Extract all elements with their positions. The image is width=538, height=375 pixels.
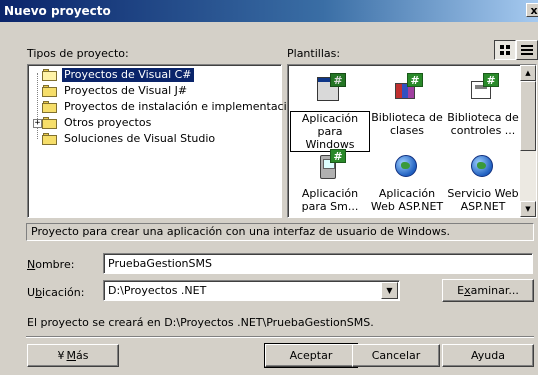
location-combobox[interactable]: D:\Proyectos .NET ▼ [103, 280, 400, 301]
templates-label: Plantillas: [287, 47, 341, 60]
templates-list[interactable]: # Aplicación para Windows # Biblioteca de… [287, 64, 537, 218]
expand-plus-icon[interactable]: + [33, 119, 42, 128]
double-chevron-down-icon: ¥ [57, 349, 65, 362]
tree-item-other-projects[interactable]: Otros proyectos [42, 115, 153, 130]
accept-button-label: Aceptar [289, 349, 333, 362]
template-asp-web-service[interactable]: Servicio Web ASP.NET [443, 149, 523, 213]
scroll-up-button[interactable]: ▲ [520, 65, 536, 81]
location-value: D:\Proyectos .NET [108, 284, 207, 297]
windows-app-icon: # [314, 73, 346, 105]
scroll-thumb[interactable] [520, 81, 536, 151]
close-button[interactable]: x [526, 3, 538, 17]
cancel-button[interactable]: Cancelar [352, 344, 440, 367]
large-icons-view-button[interactable] [494, 40, 516, 60]
template-control-library[interactable]: # Biblioteca de controles ... [443, 73, 523, 137]
template-label: Aplicación [301, 187, 359, 200]
arrow-down-icon: ▼ [525, 205, 531, 213]
template-label: Servicio Web [447, 187, 519, 200]
help-button[interactable]: Ayuda [442, 344, 534, 367]
template-label: Biblioteca de [447, 111, 519, 124]
template-label: controles ... [450, 124, 516, 137]
class-library-icon: # [391, 73, 423, 105]
folder-icon [42, 116, 58, 129]
template-label: ASP.NET [460, 200, 506, 213]
template-label: Web ASP.NET [370, 200, 444, 213]
template-smart-device-app[interactable]: # Aplicación para Sm... [290, 149, 370, 213]
help-button-label: Ayuda [471, 349, 505, 362]
cancel-button-label: Cancelar [371, 349, 421, 362]
title-bar[interactable]: Nuevo proyecto x [0, 0, 538, 22]
templates-scrollbar[interactable]: ▲ ▼ [520, 65, 536, 217]
scroll-down-button[interactable]: ▼ [520, 201, 536, 217]
name-input[interactable]: PruebaGestionSMS [103, 253, 533, 274]
chevron-down-icon: ▼ [386, 286, 393, 295]
template-description: Proyecto para crear una aplicación con u… [26, 223, 534, 241]
template-label: para Sm... [301, 200, 359, 213]
list-view-icon [521, 45, 533, 55]
folder-icon [42, 84, 58, 97]
template-class-library[interactable]: # Biblioteca de clases [367, 73, 447, 137]
browse-button[interactable]: Examinar... [442, 279, 534, 302]
smart-device-app-icon: # [314, 149, 346, 181]
browse-button-label: Examinar... [457, 284, 519, 297]
tree-item-visual-jsharp[interactable]: Proyectos de Visual J# [42, 83, 189, 98]
location-dropdown-button[interactable]: ▼ [381, 282, 398, 299]
folder-icon [42, 132, 58, 145]
template-label: Aplicación [301, 112, 359, 125]
project-types-label: Tipos de proyecto: [27, 47, 129, 60]
folder-icon [42, 100, 58, 113]
tree-item-label: Proyectos de instalación e implementació… [64, 99, 301, 113]
asp-web-app-icon [391, 149, 423, 181]
asp-web-service-icon [467, 149, 499, 181]
tree-item-visual-csharp[interactable]: Proyectos de Visual C# [42, 66, 195, 83]
large-icons-view-icon [500, 45, 510, 55]
open-folder-icon [42, 68, 58, 81]
tree-item-vs-solutions[interactable]: Soluciones de Visual Studio [42, 131, 217, 146]
tree-item-label: Proyectos de Visual C# [61, 66, 195, 83]
project-location-summary: El proyecto se creará en D:\Proyectos .N… [27, 316, 374, 329]
separator [26, 336, 534, 338]
template-label: para Windows [305, 125, 355, 151]
template-asp-web-app[interactable]: Aplicación Web ASP.NET [367, 149, 447, 213]
project-types-tree[interactable]: Proyectos de Visual C# Proyectos de Visu… [27, 64, 300, 218]
tree-item-setup-deployment[interactable]: Proyectos de instalación e implementació… [42, 99, 302, 114]
control-library-icon: # [467, 73, 499, 105]
template-label: Aplicación [378, 187, 436, 200]
small-icons-view-button[interactable] [516, 40, 538, 60]
name-label: Nombre: [27, 258, 75, 271]
tree-item-label: Soluciones de Visual Studio [64, 131, 216, 145]
tree-connector [37, 73, 38, 139]
more-button-label: Más [66, 349, 89, 362]
template-label: Biblioteca de [371, 111, 443, 124]
accept-button[interactable]: Aceptar [264, 343, 358, 368]
template-windows-app[interactable]: # Aplicación para Windows [290, 73, 370, 152]
template-label: clases [389, 124, 425, 137]
window-title: Nuevo proyecto [4, 4, 111, 18]
location-label: Ubicación: [27, 286, 85, 299]
tree-item-label: Proyectos de Visual J# [64, 83, 188, 97]
more-button[interactable]: ¥ Más [27, 344, 119, 367]
close-icon: x [530, 3, 538, 17]
tree-item-label: Otros proyectos [64, 115, 152, 129]
arrow-up-icon: ▲ [525, 69, 531, 77]
